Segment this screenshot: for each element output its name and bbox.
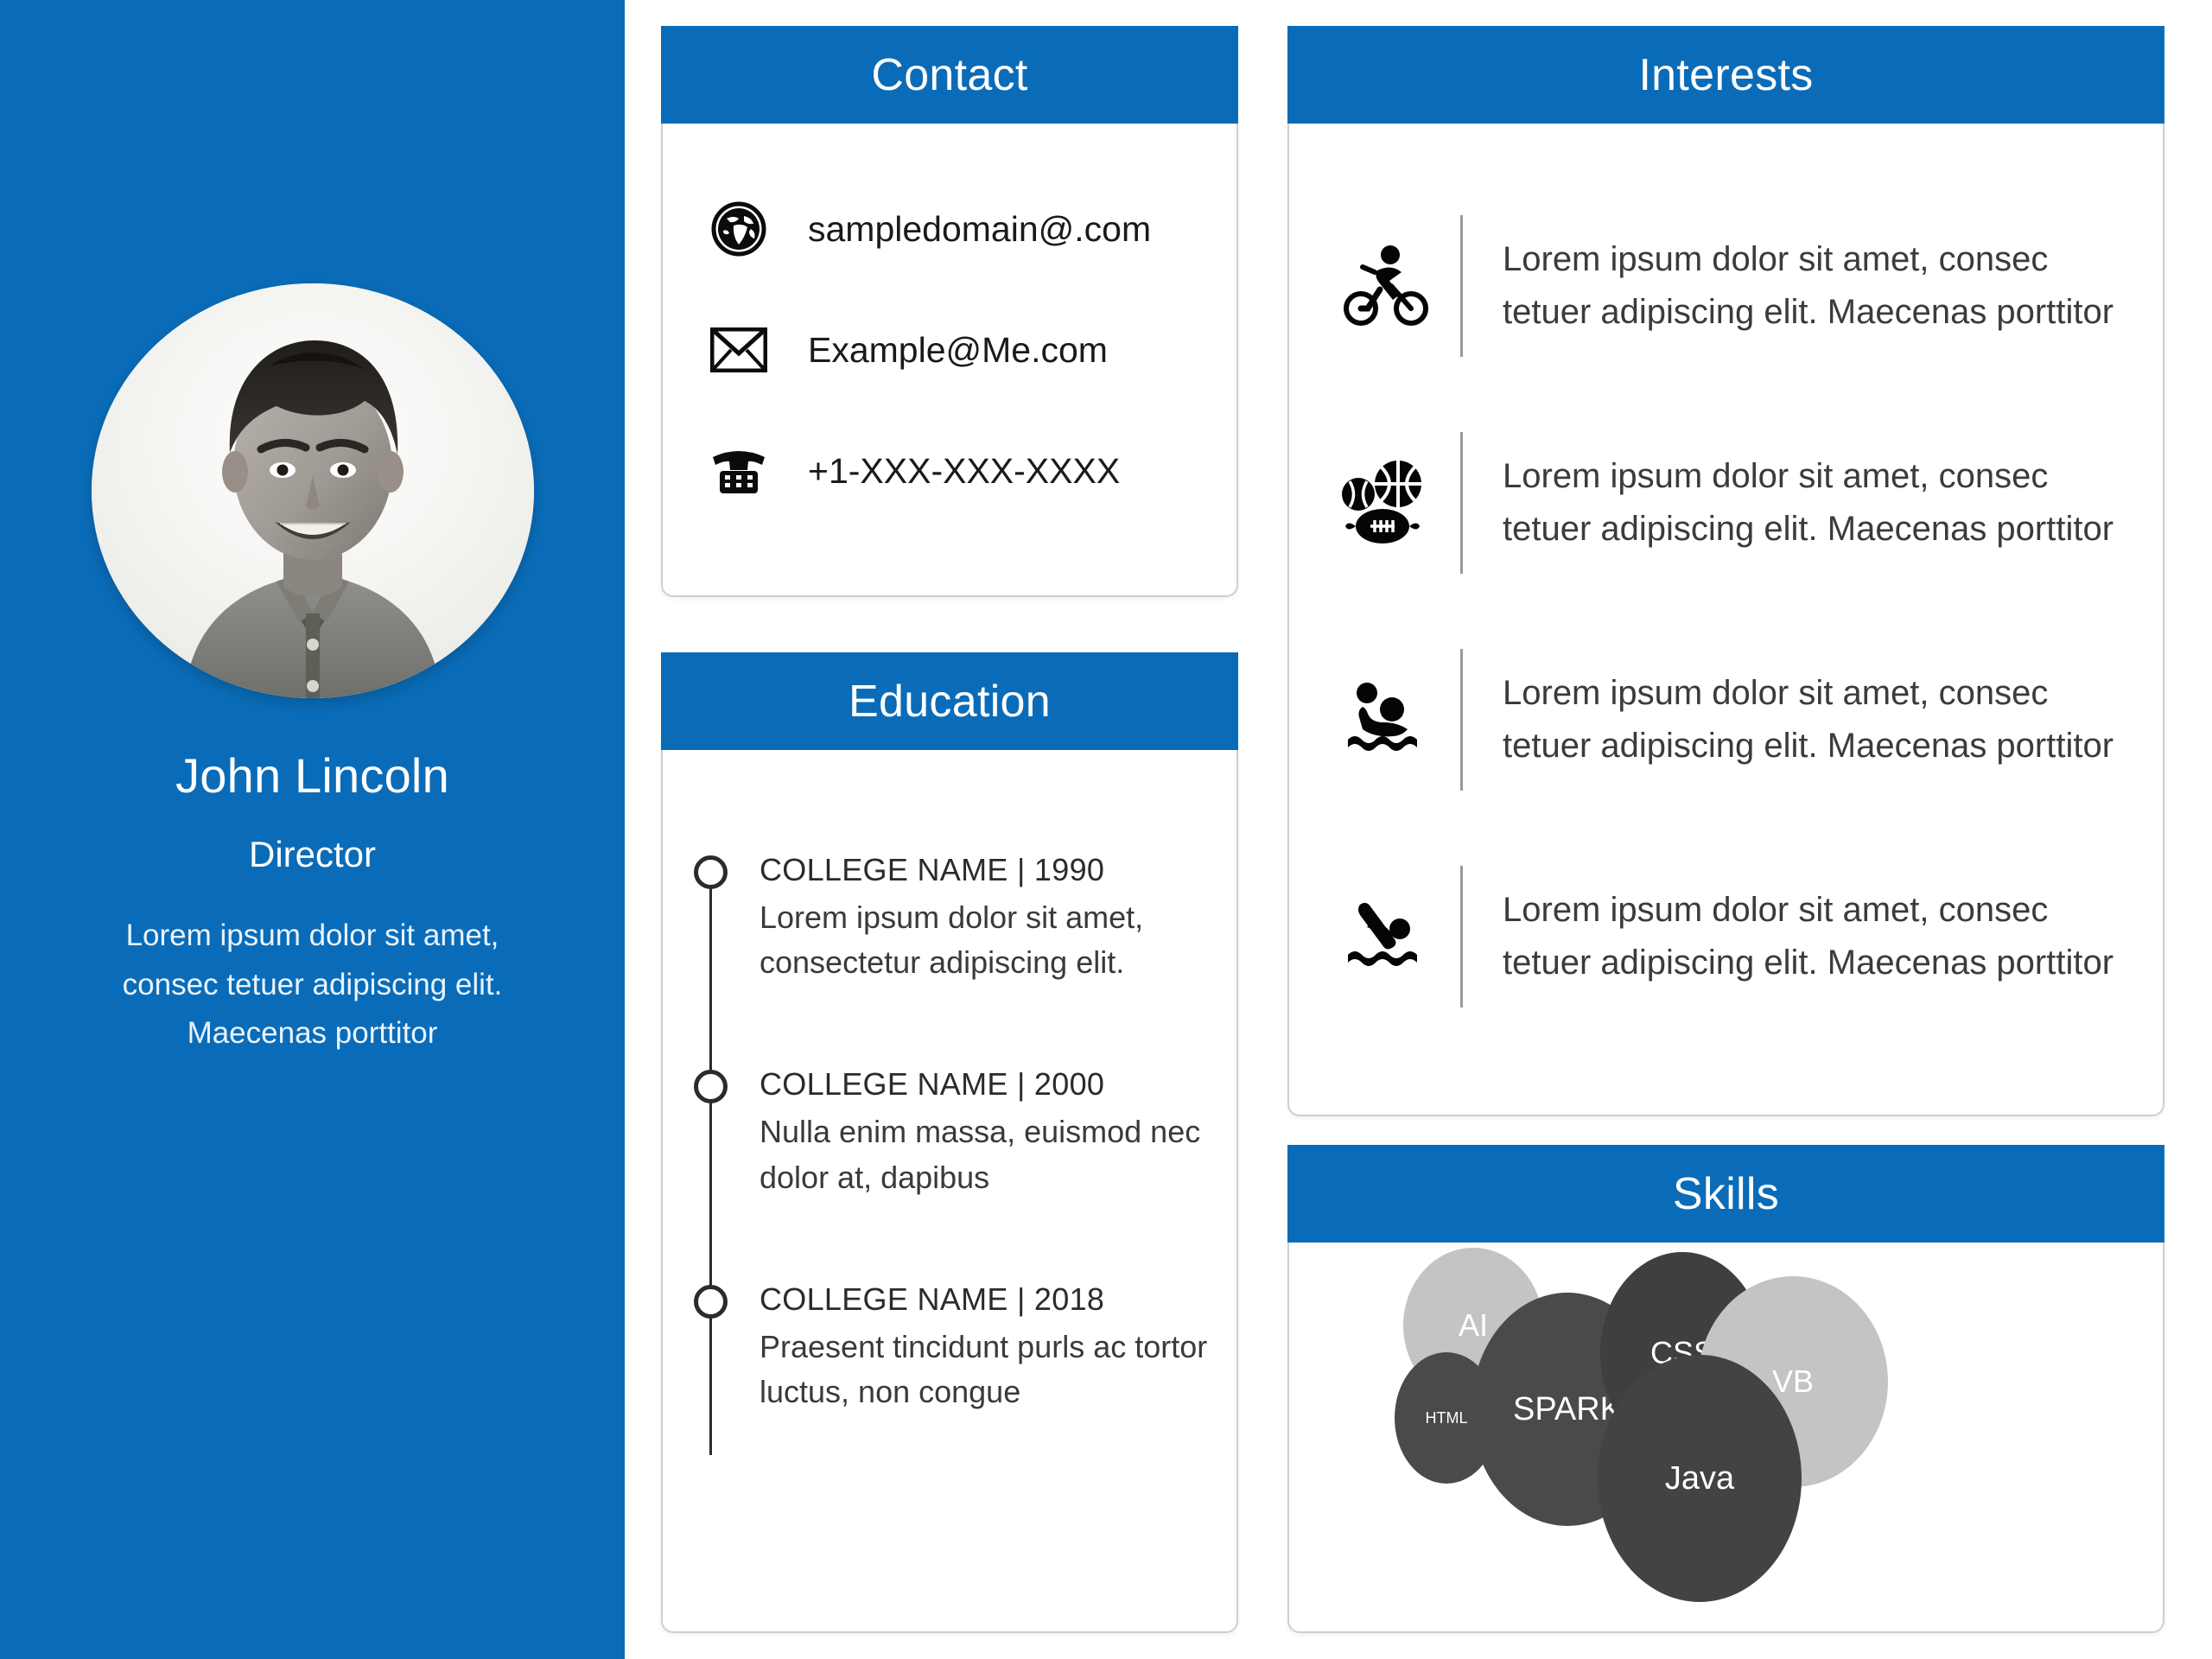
water-polo-icon	[1313, 681, 1460, 759]
contact-card: Contact sampledomain@.com Example@Me.com…	[661, 26, 1238, 597]
skill-bubble-label: HTML	[1425, 1408, 1468, 1427]
globe-icon	[696, 201, 782, 257]
interest-item[interactable]: Lorem ipsum dolor sit amet, consec tetue…	[1289, 611, 2163, 828]
interests-header: Interests	[1287, 26, 2164, 124]
education-detail: Lorem ipsum dolor sit amet, consectetur …	[760, 899, 1144, 981]
contact-row[interactable]: sampledomain@.com	[663, 168, 1236, 289]
timeline-dot-icon	[694, 855, 728, 889]
sports-balls-icon	[1313, 458, 1460, 548]
contact-list: sampledomain@.com Example@Me.com +1-XXX-…	[663, 124, 1236, 531]
person-description: Lorem ipsum dolor sit amet, consec tetue…	[122, 918, 503, 1051]
education-item[interactable]: COLLEGE NAME | 2018 Praesent tincidunt p…	[663, 1281, 1236, 1414]
education-timeline: COLLEGE NAME | 1990 Lorem ipsum dolor si…	[663, 750, 1236, 1455]
education-header: Education	[661, 652, 1238, 750]
envelope-icon	[696, 327, 782, 372]
contact-row[interactable]: Example@Me.com	[663, 289, 1236, 410]
cycling-icon	[1313, 245, 1460, 327]
skills-bubble-chart: AI HTML SPARK CSS VB Java	[1289, 1243, 2163, 1631]
education-detail: Praesent tincidunt purls ac tortor luctu…	[760, 1328, 1208, 1409]
skill-bubble-label: Java	[1664, 1459, 1735, 1497]
timeline-dot-icon	[694, 1284, 728, 1319]
interest-item[interactable]: Lorem ipsum dolor sit amet, consec tetue…	[1289, 828, 2163, 1045]
contact-header: Contact	[661, 26, 1238, 124]
profile-sidebar: John Lincoln Director Lorem ipsum dolor …	[0, 0, 625, 1659]
portrait-photo	[91, 283, 534, 698]
interests-card: Interests Lorem ipsum dolor sit amet, co…	[1287, 26, 2164, 1116]
education-heading: COLLEGE NAME | 1990	[760, 852, 1105, 887]
telephone-icon	[696, 445, 782, 497]
education-heading: COLLEGE NAME | 2018	[760, 1281, 1105, 1317]
education-card: Education COLLEGE NAME | 1990 Lorem ipsu…	[661, 652, 1238, 1633]
avatar	[91, 283, 534, 698]
interest-text: Lorem ipsum dolor sit amet, consec tetue…	[1503, 673, 2114, 765]
website-value: sampledomain@.com	[808, 208, 1152, 249]
education-item[interactable]: COLLEGE NAME | 1990 Lorem ipsum dolor si…	[663, 852, 1236, 985]
diving-icon	[1313, 898, 1460, 976]
education-heading: COLLEGE NAME | 2000	[760, 1066, 1105, 1103]
person-role: Director	[248, 834, 377, 874]
contact-row[interactable]: +1-XXX-XXX-XXXX	[663, 410, 1236, 531]
skills-card: Skills AI HTML SPARK CSS VB Java	[1287, 1145, 2164, 1633]
education-item[interactable]: COLLEGE NAME | 2000 Nulla enim massa, eu…	[663, 1066, 1236, 1199]
skill-bubble-label: SPARK	[1512, 1390, 1622, 1427]
education-detail: Nulla enim massa, euismod nec dolor at, …	[760, 1114, 1201, 1195]
skill-bubble[interactable]: Java	[1598, 1355, 1802, 1602]
email-value: Example@Me.com	[808, 329, 1108, 370]
skills-header: Skills	[1287, 1145, 2164, 1243]
phone-value: +1-XXX-XXX-XXXX	[808, 450, 1121, 491]
interest-text: Lorem ipsum dolor sit amet, consec tetue…	[1503, 456, 2114, 548]
interests-list: Lorem ipsum dolor sit amet, consec tetue…	[1289, 124, 2163, 1045]
page-title: John Lincoln	[175, 748, 449, 803]
interest-item[interactable]: Lorem ipsum dolor sit amet, consec tetue…	[1289, 177, 2163, 394]
interest-text: Lorem ipsum dolor sit amet, consec tetue…	[1503, 890, 2114, 982]
skill-bubble-label: VB	[1771, 1363, 1815, 1399]
timeline-dot-icon	[694, 1070, 728, 1104]
skill-bubble-label: AI	[1458, 1307, 1488, 1343]
interest-item[interactable]: Lorem ipsum dolor sit amet, consec tetue…	[1289, 394, 2163, 611]
interest-text: Lorem ipsum dolor sit amet, consec tetue…	[1503, 239, 2114, 331]
